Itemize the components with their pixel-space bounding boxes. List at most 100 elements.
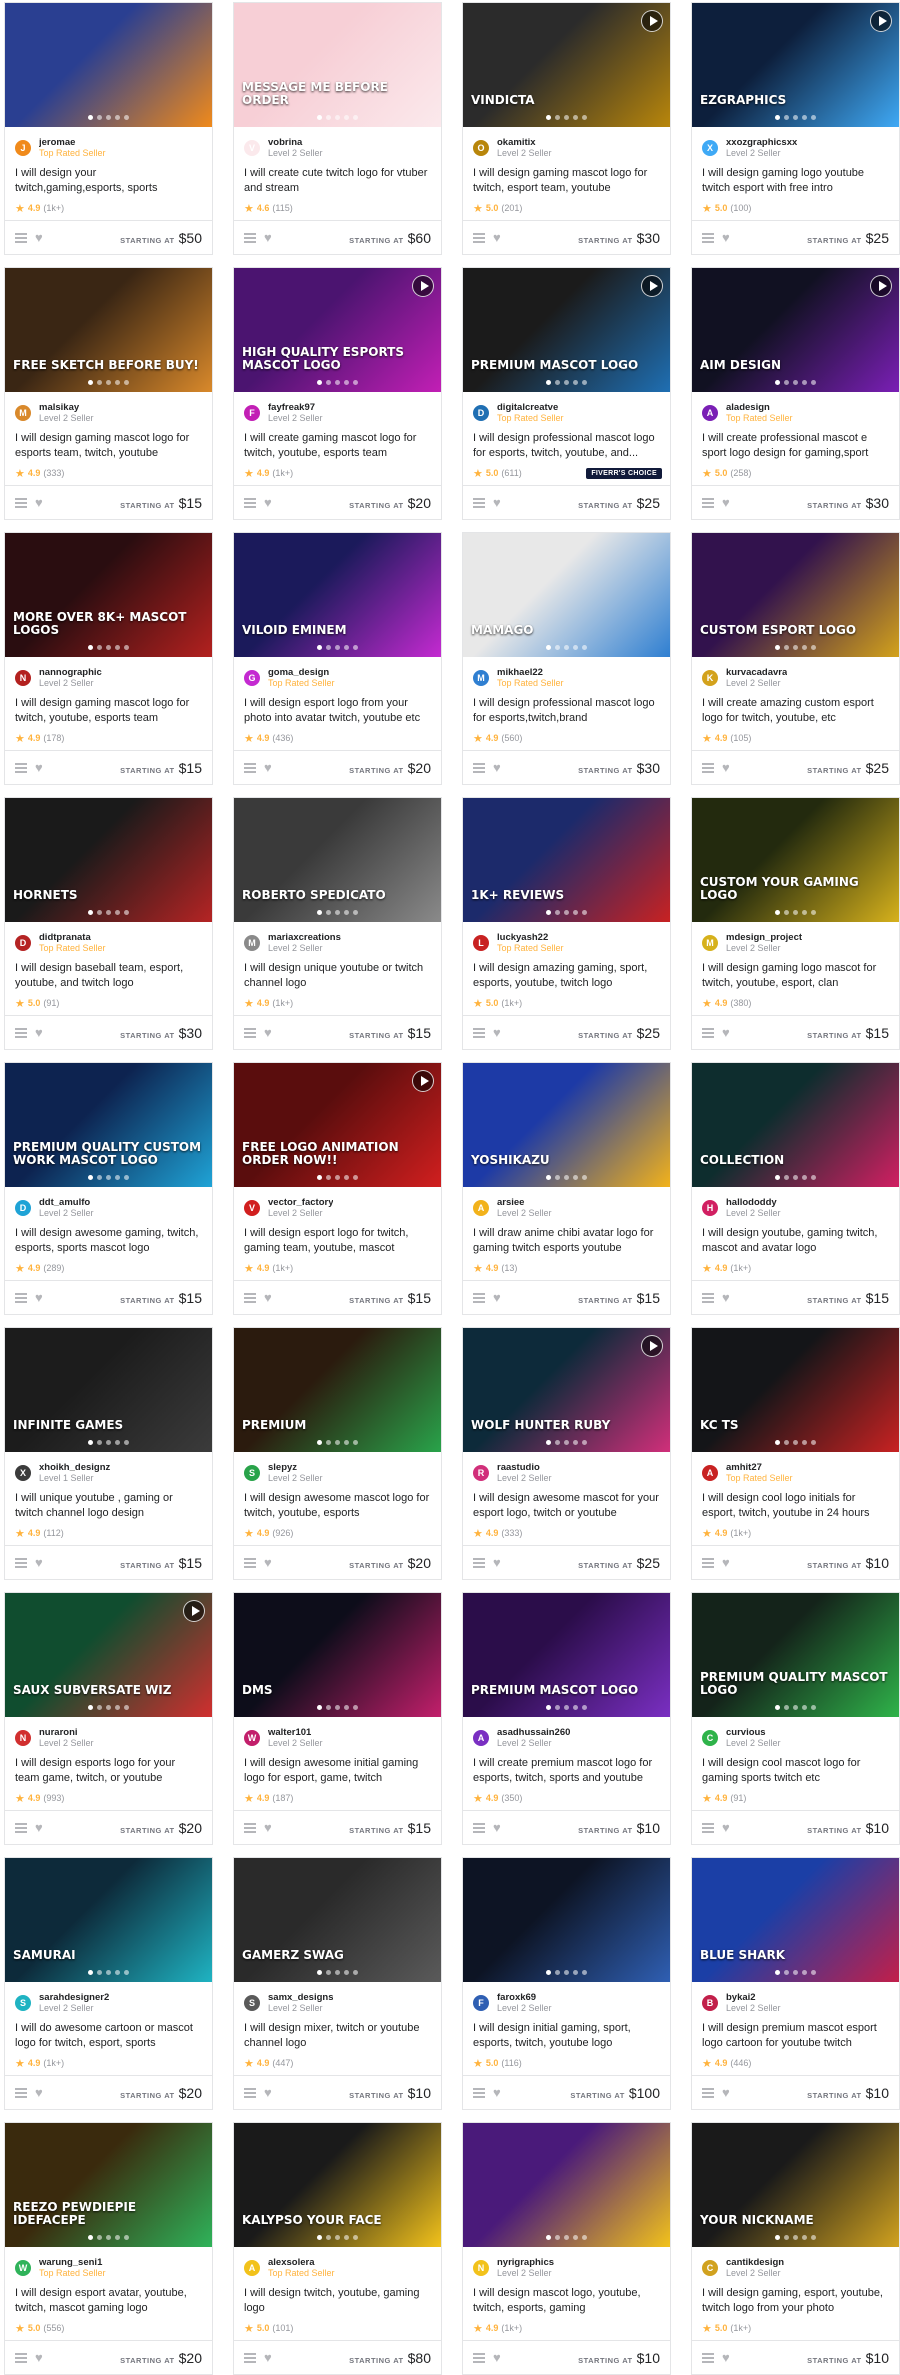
gig-card[interactable]: CUSTOM ESPORT LOGO Kkurvacadavra Level 2 S… [691,532,900,785]
gig-title-link[interactable]: I will create professional mascot e spor… [692,425,899,463]
avatar[interactable]: S [15,1995,31,2011]
gig-title-link[interactable]: I will design gaming logo youtube twitch… [692,160,899,198]
menu-lines-icon[interactable] [702,1822,714,1833]
heart-icon[interactable]: ♥ [493,1556,501,1569]
price[interactable]: STARTING AT $25 [807,760,889,776]
carousel-dot[interactable] [784,1705,789,1710]
carousel-dot[interactable] [88,645,93,650]
carousel-dot[interactable] [811,1970,816,1975]
seller-name[interactable]: fayfreak97 [268,402,323,413]
avatar[interactable]: L [473,935,489,951]
gig-card[interactable]: GAMERZ SWAG Ssamx_designs Level 2 Seller I … [233,1857,442,2110]
gig-thumbnail[interactable]: 1K+ REVIEWS [463,798,670,922]
gig-title-link[interactable]: I will draw anime chibi avatar logo for … [463,1220,670,1258]
carousel-dot[interactable] [546,1705,551,1710]
avatar[interactable]: O [473,140,489,156]
carousel-dot[interactable] [564,1175,569,1180]
carousel-dot[interactable] [115,1175,120,1180]
menu-lines-icon[interactable] [15,1822,27,1833]
gig-card[interactable]: Nnyrigraphics Level 2 Seller I will design… [462,2122,671,2375]
gig-title-link[interactable]: I will design esports logo for your team… [5,1750,212,1788]
carousel-dot[interactable] [564,1705,569,1710]
carousel-dot[interactable] [564,910,569,915]
price[interactable]: STARTING AT $20 [120,2085,202,2101]
carousel-dot[interactable] [326,1175,331,1180]
carousel-dot[interactable] [335,1440,340,1445]
menu-lines-icon[interactable] [244,1292,256,1303]
gig-thumbnail[interactable]: MAMAGO [463,533,670,657]
seller-name[interactable]: mdesign_project [726,932,802,943]
carousel-dot[interactable] [115,645,120,650]
carousel-dot[interactable] [317,115,322,120]
carousel-dot[interactable] [124,910,129,915]
heart-icon[interactable]: ♥ [722,1291,730,1304]
price[interactable]: STARTING AT $10 [578,2350,660,2366]
carousel-dot[interactable] [335,645,340,650]
gig-title-link[interactable]: I will design esport logo for twitch, ga… [234,1220,441,1258]
heart-icon[interactable]: ♥ [35,1556,43,1569]
carousel-dot[interactable] [97,1440,102,1445]
carousel-dot[interactable] [124,115,129,120]
carousel-dot[interactable] [353,1440,358,1445]
menu-lines-icon[interactable] [244,232,256,243]
gig-thumbnail[interactable]: PREMIUM QUALITY CUSTOM WORK MASCOT LOGO [5,1063,212,1187]
seller-name[interactable]: luckyash22 [497,932,564,943]
menu-lines-icon[interactable] [15,2087,27,2098]
avatar[interactable]: R [473,1465,489,1481]
gig-thumbnail[interactable]: YOUR NICKNAME [692,2123,899,2247]
carousel-dot[interactable] [88,2235,93,2240]
carousel-dot[interactable] [582,1705,587,1710]
carousel-dot[interactable] [335,1970,340,1975]
carousel-dot[interactable] [582,115,587,120]
gig-card[interactable]: FREE SKETCH BEFORE BUY! Mmalsikay Level 2 … [4,267,213,520]
gig-thumbnail[interactable]: WOLF HUNTER RUBY [463,1328,670,1452]
carousel-dot[interactable] [353,1705,358,1710]
gig-title-link[interactable]: I will design professional mascot logo f… [463,425,670,463]
menu-lines-icon[interactable] [702,1027,714,1038]
carousel-dot[interactable] [124,1970,129,1975]
carousel-dot[interactable] [88,1440,93,1445]
carousel-dot[interactable] [353,115,358,120]
carousel-dot[interactable] [124,2235,129,2240]
price[interactable]: STARTING AT $25 [578,1555,660,1571]
heart-icon[interactable]: ♥ [493,2086,501,2099]
gig-card[interactable]: MORE OVER 8K+ MASCOT LOGOS Nnannographic L… [4,532,213,785]
gig-title-link[interactable]: I will design cool logo initials for esp… [692,1485,899,1523]
price[interactable]: STARTING AT $25 [578,1025,660,1041]
seller-name[interactable]: goma_design [268,667,335,678]
gig-card[interactable]: PREMIUM MASCOT LOGO Ddigitalcreatve Top Ra… [462,267,671,520]
avatar[interactable]: D [15,935,31,951]
carousel-dot[interactable] [582,645,587,650]
carousel-dot[interactable] [353,1970,358,1975]
carousel-dot[interactable] [88,910,93,915]
carousel-dot[interactable] [344,380,349,385]
price[interactable]: STARTING AT $15 [807,1025,889,1041]
carousel-dot[interactable] [353,1175,358,1180]
price[interactable]: STARTING AT $10 [807,2085,889,2101]
avatar[interactable]: D [473,405,489,421]
seller-name[interactable]: sarahdesigner2 [39,1992,109,2003]
carousel-dot[interactable] [811,380,816,385]
carousel-dot[interactable] [573,645,578,650]
heart-icon[interactable]: ♥ [493,1291,501,1304]
menu-lines-icon[interactable] [244,1027,256,1038]
menu-lines-icon[interactable] [15,2352,27,2363]
carousel-dot[interactable] [802,910,807,915]
gig-card[interactable]: YOUR NICKNAME Ccantikdesign Level 2 Seller… [691,2122,900,2375]
play-icon[interactable] [870,10,892,32]
carousel-dot[interactable] [106,2235,111,2240]
menu-lines-icon[interactable] [702,1557,714,1568]
menu-lines-icon[interactable] [15,497,27,508]
gig-title-link[interactable]: I will design awesome mascot for your es… [463,1485,670,1523]
carousel-dot[interactable] [775,2235,780,2240]
gig-thumbnail[interactable]: KC TS [692,1328,899,1452]
avatar[interactable]: V [244,140,260,156]
seller-name[interactable]: nuraroni [39,1727,94,1738]
carousel-dot[interactable] [335,1705,340,1710]
carousel-dot[interactable] [582,380,587,385]
carousel-dot[interactable] [555,645,560,650]
gig-thumbnail[interactable]: BLUE SHARK [692,1858,899,1982]
gig-title-link[interactable]: I will design gaming mascot logo for esp… [5,425,212,463]
gig-card[interactable]: SAUX SUBVERSATE WIZ Nnuraroni Level 2 Sell… [4,1592,213,1845]
gig-thumbnail[interactable]: CUSTOM YOUR GAMING LOGO [692,798,899,922]
